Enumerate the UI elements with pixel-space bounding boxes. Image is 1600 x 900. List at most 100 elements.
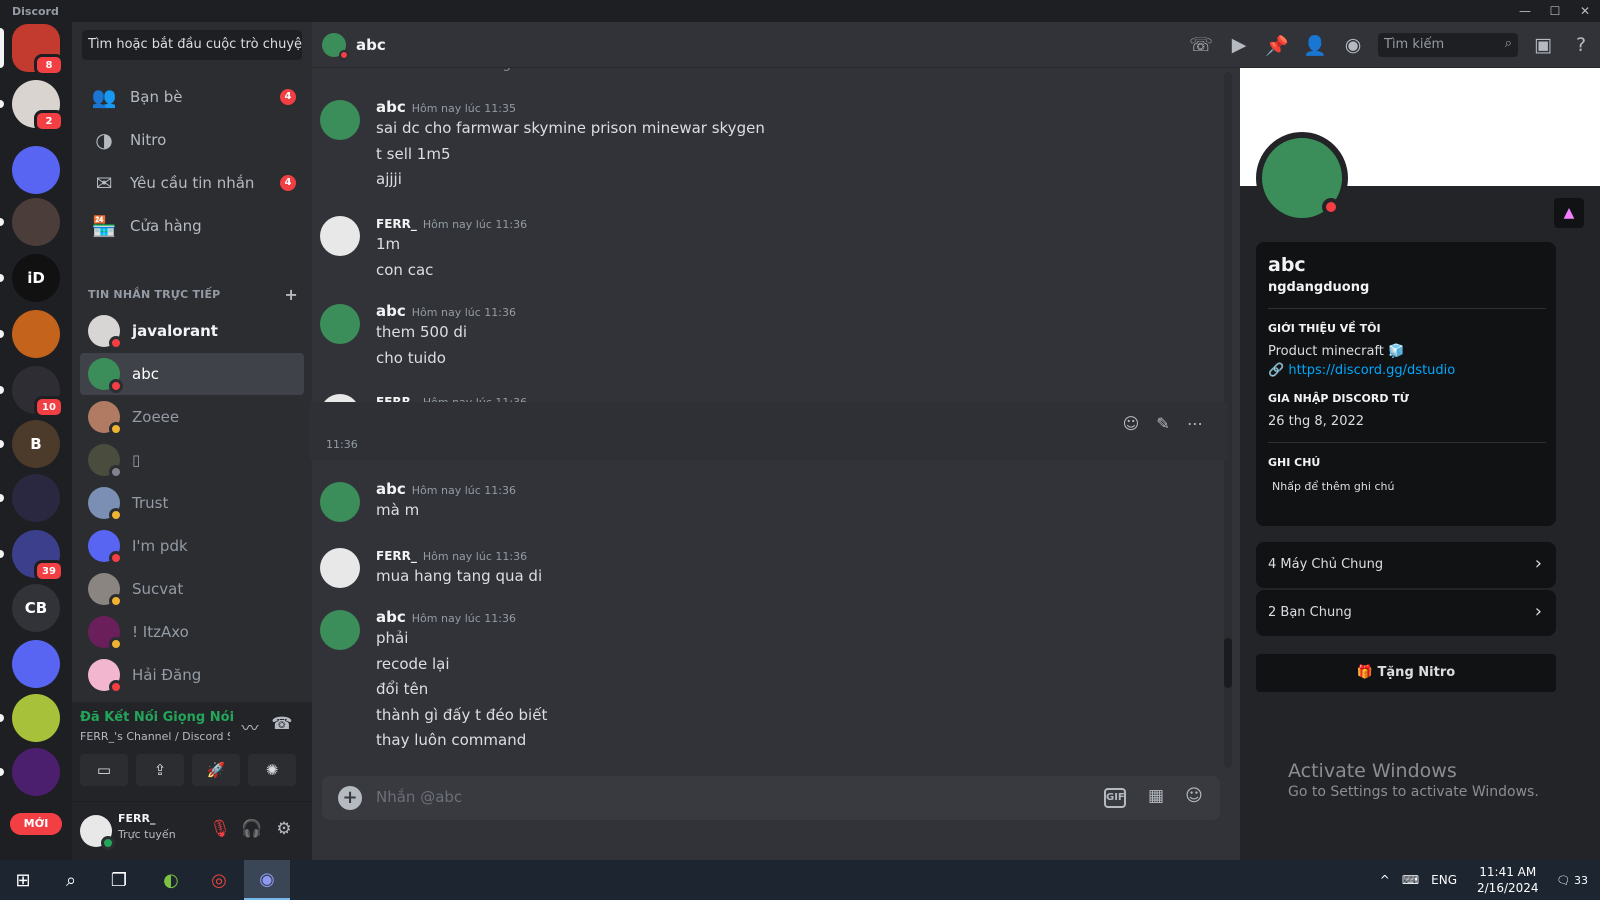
headphones-icon[interactable]: 🎧	[240, 819, 264, 843]
server-icon[interactable]	[12, 474, 60, 522]
message-author[interactable]: abc	[376, 608, 406, 626]
dm-item[interactable]: ! ItzAxo	[80, 611, 304, 653]
server-icon[interactable]: 8	[12, 24, 64, 76]
nitro-badge-icon[interactable]: ▲	[1554, 198, 1584, 228]
chat-search-input[interactable]: Tìm kiếm ⌕	[1378, 33, 1518, 57]
tray-chevron-icon[interactable]: ^	[1380, 873, 1390, 887]
message-author[interactable]: FERR_	[376, 549, 417, 563]
message-author[interactable]: abc	[376, 302, 406, 320]
screen-share-button[interactable]: ⇪	[136, 754, 184, 786]
minimize-icon[interactable]: —	[1510, 0, 1540, 22]
server-icon[interactable]: iD	[12, 254, 60, 302]
message-line: cho tuido	[376, 348, 446, 367]
nav-item[interactable]: 👥 Bạn bè 4	[80, 76, 304, 118]
server-icon[interactable]: 39	[12, 530, 64, 582]
add-reaction-icon[interactable]: ☺	[1120, 414, 1142, 436]
dm-item[interactable]: ▯	[80, 439, 304, 481]
mute-icon[interactable]: 🎙	[208, 819, 232, 843]
message-composer[interactable]: + Nhắn @abc GIF ▦ ☺	[322, 776, 1220, 820]
server-icon[interactable]: 2	[12, 80, 64, 132]
sticker-icon[interactable]: ▦	[1144, 786, 1168, 810]
settings-gear-icon[interactable]: ⚙	[272, 819, 296, 843]
taskbar-search-icon[interactable]: ⌕	[48, 860, 94, 900]
soundboard-button[interactable]: ✺	[248, 754, 296, 786]
dm-item[interactable]: Hải Đăng	[80, 654, 304, 696]
server-icon[interactable]	[12, 198, 60, 246]
user-profile-icon[interactable]: ◉	[1340, 32, 1366, 58]
server-icon[interactable]	[12, 694, 60, 742]
maximize-icon[interactable]: ☐	[1540, 0, 1570, 22]
profile-avatar[interactable]	[1256, 132, 1348, 224]
dm-item[interactable]: Sucvat	[80, 568, 304, 610]
message-avatar[interactable]	[320, 100, 360, 140]
camera-off-button[interactable]: ▭	[80, 754, 128, 786]
gif-icon[interactable]: GIF	[1104, 788, 1126, 808]
nav-item[interactable]: ✉ Yêu cầu tin nhắn 4	[80, 162, 304, 204]
new-servers-badge[interactable]: MỚI	[10, 813, 62, 835]
server-icon[interactable]	[12, 640, 60, 688]
message-avatar[interactable]	[320, 610, 360, 650]
dm-item[interactable]: Zoeee	[80, 396, 304, 438]
notification-center-icon[interactable]: 🗨 33	[1557, 874, 1588, 887]
server-icon[interactable]: B	[12, 420, 60, 468]
disconnect-icon[interactable]: ☎	[270, 714, 294, 738]
attach-plus-icon[interactable]: +	[338, 786, 362, 810]
nav-item[interactable]: ◑ Nitro	[80, 119, 304, 161]
server-icon[interactable]	[12, 748, 60, 796]
noise-suppression-icon[interactable]: 〰	[238, 714, 262, 739]
server-icon[interactable]	[12, 310, 60, 358]
voice-channel[interactable]: FERR_'s Channel / Discord S...	[80, 730, 230, 743]
keyboard-icon[interactable]: ⌨	[1402, 873, 1419, 887]
message-line: đổi tên	[376, 680, 429, 698]
nav-item[interactable]: 🏪 Cửa hàng	[80, 205, 304, 247]
add-friend-icon[interactable]: 👤	[1302, 32, 1328, 58]
message-author[interactable]: abc	[376, 480, 406, 498]
voice-status[interactable]: Đã Kết Nối Giọng Nói	[80, 710, 234, 725]
app-icon-green[interactable]: ◐	[148, 860, 194, 900]
system-clock[interactable]: 11:41 AM 2/16/2024	[1477, 864, 1539, 896]
about-link[interactable]: https://discord.gg/dstudio	[1288, 363, 1455, 378]
create-dm-icon[interactable]: +	[284, 285, 298, 304]
chrome-icon[interactable]: ◎	[196, 860, 242, 900]
help-icon[interactable]: ?	[1568, 32, 1594, 58]
more-options-icon[interactable]: ⋯	[1184, 414, 1206, 436]
message-avatar[interactable]	[320, 304, 360, 344]
dm-item[interactable]: javalorant	[80, 310, 304, 352]
discord-taskbar-icon[interactable]: ◉	[244, 860, 290, 900]
user-avatar[interactable]	[80, 815, 115, 850]
edit-pencil-icon[interactable]: ✎	[1152, 414, 1174, 436]
chevron-right-icon: ›	[1534, 601, 1542, 622]
message-avatar[interactable]	[320, 216, 360, 256]
message-author[interactable]: FERR_	[376, 217, 417, 231]
header-toolbar: ☏ ▶ 📌 👤 ◉ Tìm kiếm ⌕ ▣ ?	[1182, 22, 1600, 68]
gift-nitro-button[interactable]: 🎁 Tặng Nitro	[1256, 654, 1556, 692]
message-avatar[interactable]	[320, 548, 360, 588]
video-call-icon[interactable]: ▶	[1226, 32, 1252, 58]
dm-item[interactable]: Trust	[80, 482, 304, 524]
message-input[interactable]: Nhắn @abc	[376, 788, 462, 806]
close-icon[interactable]: ✕	[1570, 0, 1600, 22]
dm-search-input[interactable]: Tìm hoặc bắt đầu cuộc trò chuyện	[82, 30, 302, 60]
dm-item[interactable]: I'm pdk	[80, 525, 304, 567]
note-input[interactable]: Nhấp để thêm ghi chú	[1272, 480, 1394, 493]
server-icon[interactable]: 10	[12, 366, 64, 418]
pin-icon[interactable]: 📌	[1264, 32, 1290, 58]
voice-call-icon[interactable]: ☏	[1188, 32, 1214, 58]
dm-item[interactable]: abc	[80, 353, 304, 395]
server-icon[interactable]	[12, 146, 60, 194]
message-avatar[interactable]	[320, 482, 360, 522]
unread-pill	[0, 100, 4, 108]
chat-scrollbar-thumb[interactable]	[1224, 638, 1232, 688]
mutual-servers-row[interactable]: 4 Máy Chủ Chung ›	[1256, 542, 1556, 588]
inbox-icon[interactable]: ▣	[1530, 32, 1556, 58]
message-author[interactable]: abc	[376, 98, 406, 116]
status-indicator-icon	[109, 551, 123, 565]
language-indicator[interactable]: ENG	[1431, 873, 1457, 887]
activity-button[interactable]: 🚀	[192, 754, 240, 786]
mutual-friends-row[interactable]: 2 Bạn Chung ›	[1256, 590, 1556, 636]
windows-start-icon[interactable]: ⊞	[0, 860, 46, 900]
task-view-icon[interactable]: ❐	[96, 860, 142, 900]
server-icon[interactable]: CB	[12, 584, 60, 632]
emoji-icon[interactable]: ☺	[1182, 786, 1206, 810]
message-line: 1m	[376, 235, 401, 253]
